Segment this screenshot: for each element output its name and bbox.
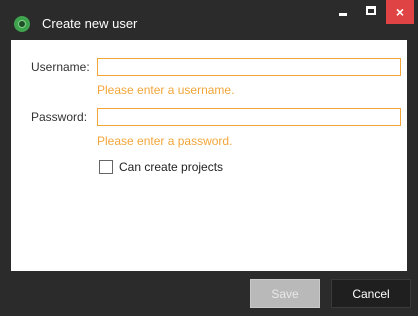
username-input[interactable] [97, 58, 401, 76]
create-user-dialog: Create new user × Username: Please enter… [0, 0, 418, 316]
username-label: Username: [31, 60, 90, 74]
cancel-button[interactable]: Cancel [331, 279, 411, 308]
maximize-icon [366, 6, 376, 15]
dialog-footer: Save Cancel [0, 271, 418, 316]
app-icon-core [18, 20, 26, 28]
password-label: Password: [31, 110, 88, 124]
form-area: Username: Please enter a username. Passw… [11, 40, 407, 271]
username-error: Please enter a username. [97, 83, 235, 97]
can-create-projects-checkbox[interactable] [99, 160, 113, 174]
save-button[interactable]: Save [250, 279, 320, 308]
close-button[interactable]: × [386, 0, 414, 24]
password-error: Please enter a password. [97, 134, 233, 148]
close-icon: × [395, 4, 405, 20]
minimize-icon [339, 13, 347, 16]
app-icon [14, 16, 30, 32]
password-input[interactable] [97, 108, 401, 126]
minimize-button[interactable] [330, 0, 356, 24]
can-create-projects-label[interactable]: Can create projects [119, 160, 223, 174]
title-bar[interactable]: Create new user × [0, 0, 418, 40]
dialog-title: Create new user [42, 16, 138, 31]
maximize-button[interactable] [358, 0, 384, 24]
